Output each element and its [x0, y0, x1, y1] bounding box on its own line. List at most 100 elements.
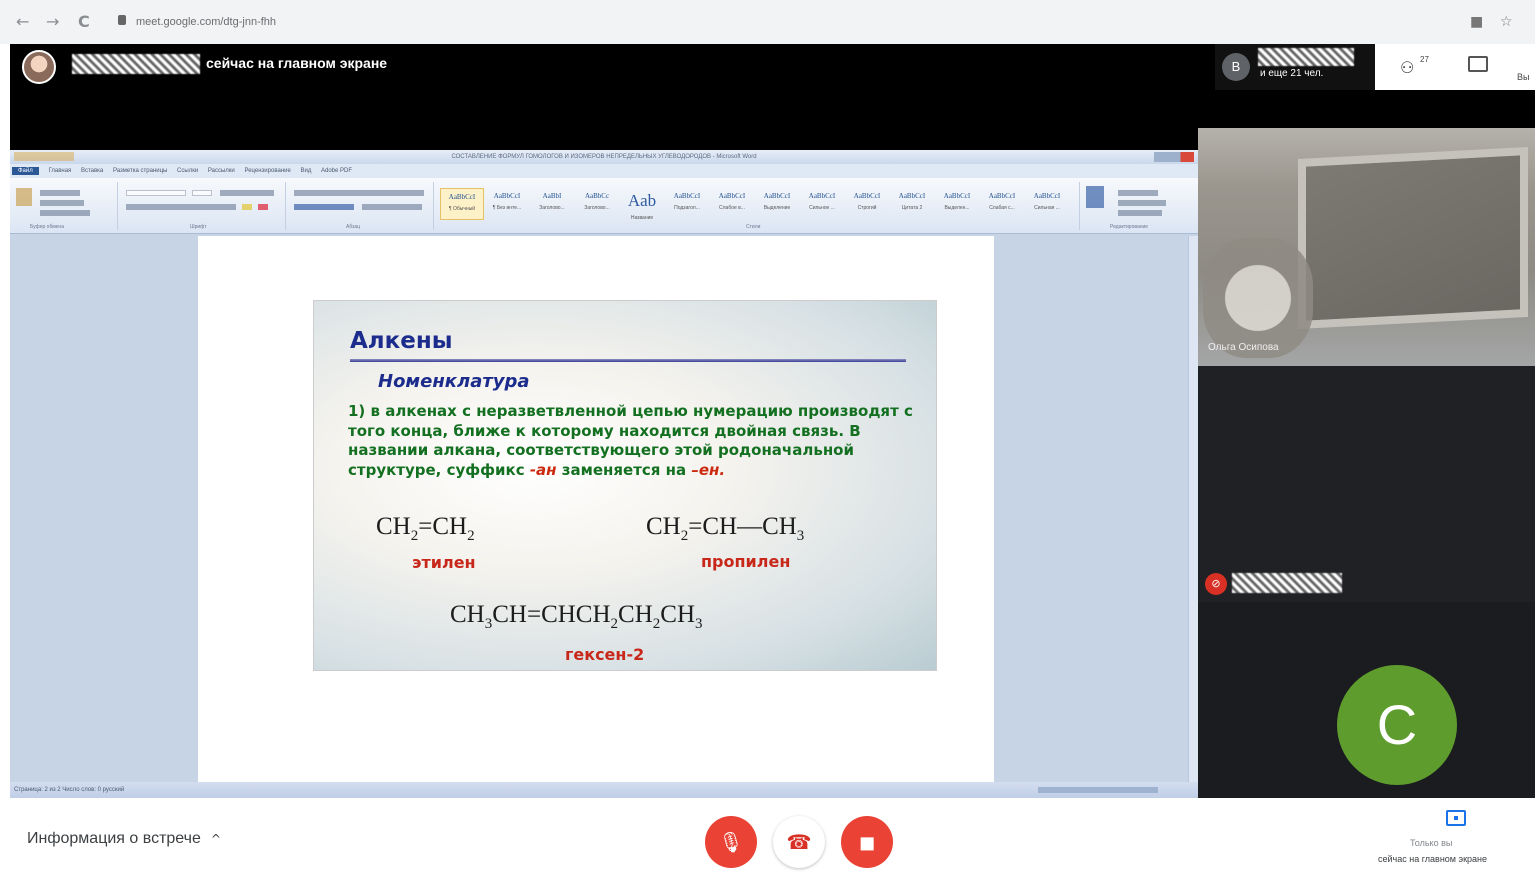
style-11: AaBbCcI Выделен... [935, 188, 979, 220]
style-sample: Aab [627, 191, 657, 210]
tab-insert: Вставка [80, 168, 104, 174]
style-name: Сильное ... [809, 205, 835, 211]
star-icon[interactable]: ☆ [1500, 14, 1513, 30]
style-name: Слабая с... [989, 205, 1015, 211]
style-sample: AaBbCcI [898, 192, 926, 200]
style-name: Заголово... [584, 205, 610, 211]
style-2: AaBbI Заголово... [530, 188, 574, 220]
style-12: AaBbCcI Слабая с... [980, 188, 1024, 220]
participants-count: и еще 21 чел. [1260, 68, 1324, 79]
tab-file: Файл [12, 167, 39, 175]
style-9: AaBbCcI Строгий [845, 188, 889, 220]
address-bar[interactable]: meet.google.com/dtg-jnn-fhh [136, 16, 276, 28]
you-label: Вы [1517, 72, 1530, 82]
style-name: Сильная ... [1034, 205, 1060, 211]
tab-review: Рецензирование [244, 168, 291, 174]
participant-tile-name-redacted [1232, 573, 1342, 593]
meeting-info-label: Информация о встрече [27, 830, 201, 847]
meeting-info-button[interactable]: Информация о встрече ^ [27, 830, 221, 848]
style-sample: AaBbCcI [763, 192, 791, 200]
style-name: Подзагол... [674, 205, 700, 211]
tab-view: Вид [300, 168, 312, 174]
style-name: Выделен... [944, 205, 970, 211]
hang-up-icon: ☎ [786, 830, 812, 854]
style-sample: AaBbI [542, 192, 562, 200]
word-title-text: СОСТАВЛЕНИЕ ФОРМУЛ ГОМОЛОГОВ И ИЗОМЕРОВ … [451, 154, 757, 160]
camera-toggle-button[interactable]: ◼ [841, 816, 893, 868]
style-sample: AaBbCc [584, 192, 610, 200]
presenter-label: сейчас на главном экране [72, 54, 387, 74]
participant-badge: B [1222, 53, 1250, 81]
style-13: AaBbCcI Сильная ... [1025, 188, 1069, 220]
style-6: AaBbCcI Слабое в... [710, 188, 754, 220]
back-icon[interactable]: ← [16, 12, 29, 31]
meet-controls-bar [0, 798, 1535, 875]
word-status-bar: Страница: 2 из 2 Число слов: 0 русский [10, 782, 1198, 798]
mic-off-icon: ⊘ [1205, 573, 1227, 595]
camera-object [1203, 238, 1313, 358]
people-count: 27 [1420, 55, 1429, 64]
style-sample: AaBbCcI [718, 192, 746, 200]
chevron-up-icon: ^ [210, 832, 221, 846]
participant-name-redacted [1258, 48, 1354, 66]
group-label-editing: Редактирование [1110, 224, 1149, 230]
ribbon-group-font: Шрифт [120, 182, 286, 230]
word-titlebar: СОСТАВЛЕНИЕ ФОРМУЛ ГОМОЛОГОВ И ИЗОМЕРОВ … [10, 150, 1198, 164]
quick-access-toolbar [14, 152, 74, 161]
style-name: Выделение [763, 205, 791, 211]
mic-off-icon: 🎙 [718, 830, 744, 854]
style-name: Строгий [857, 205, 877, 211]
microphone-toggle-button[interactable]: 🎙 [705, 816, 757, 868]
style-3: AaBbCc Заголово... [575, 188, 619, 220]
reload-icon[interactable]: C [78, 12, 90, 31]
present-screen-icon[interactable] [1446, 810, 1466, 826]
style-8: AaBbCcI Сильное ... [800, 188, 844, 220]
participant-tile[interactable] [1198, 366, 1535, 602]
people-icon[interactable]: ⚇ [1400, 58, 1414, 77]
change-styles-icon [1086, 186, 1104, 208]
ethylene-formula: CH2=CH2 [376, 513, 475, 544]
propylene-formula: CH2=CH—CH3 [646, 513, 805, 544]
style-7: AaBbCcI Выделение [755, 188, 799, 220]
zoom-slider [1038, 787, 1158, 793]
style-name: ¶ Обычный [448, 206, 476, 212]
tab-adobe-pdf: Adobe PDF [321, 168, 353, 174]
camera-board [1298, 146, 1528, 330]
camera-indicator-icon[interactable]: ■ [1470, 14, 1483, 30]
present-label: Только вы [1410, 838, 1453, 848]
tab-home: Главная [48, 168, 72, 174]
camera-tile-name: Ольга Осипова [1208, 342, 1279, 353]
propylene-name: пропилен [701, 552, 791, 571]
browser-toolbar: ← → C meet.google.com/dtg-jnn-fhh ■ ☆ [0, 0, 1535, 44]
ribbon-group-paragraph: Абзац [288, 182, 434, 230]
style-name: Цитата 2 [901, 205, 923, 211]
group-label-paragraph: Абзац [346, 224, 361, 230]
word-ribbon: Буфер обмена Шрифт Абзац AaBbCcI ¶ Обычны… [10, 178, 1198, 234]
style-sample: AaBbCcI [808, 192, 836, 200]
style-1: AaBbCcI ¶ Без инте... [485, 188, 529, 220]
ethylene-name: этилен [412, 553, 476, 572]
forward-icon[interactable]: → [46, 12, 59, 31]
style-sample: AaBbCcI [673, 192, 701, 200]
ribbon-group-clipboard: Буфер обмена [10, 182, 118, 230]
style-4: Aab Название [620, 188, 664, 221]
style-name: Название [630, 215, 654, 221]
group-label-clipboard: Буфер обмена [30, 224, 64, 230]
leave-call-button[interactable]: ☎ [773, 816, 825, 868]
tab-layout: Разметка страницы [112, 168, 168, 174]
style-sample: AaBbCcI [493, 192, 521, 200]
slide-image: Алкены Номенклатура 1) в алкенах с нераз… [313, 300, 937, 671]
style-sample: AaBbCcI [853, 192, 881, 200]
word-status-text: Страница: 2 из 2 Число слов: 0 русский [14, 787, 125, 793]
vertical-scrollbar [1188, 236, 1198, 782]
ribbon-group-editing: Редактирование [1082, 182, 1188, 230]
chat-icon[interactable] [1468, 56, 1488, 72]
rule-text-mid: заменяется на [556, 460, 692, 479]
slide-title: Алкены [350, 328, 453, 354]
style-name: Заголово... [539, 205, 565, 211]
participant-tile-camera[interactable]: Ольга Осипова [1198, 128, 1535, 366]
style-10: AaBbCcI Цитата 2 [890, 188, 934, 220]
suffix-an: -ан [529, 460, 557, 479]
paste-icon [16, 188, 32, 206]
lock-icon [118, 15, 126, 25]
